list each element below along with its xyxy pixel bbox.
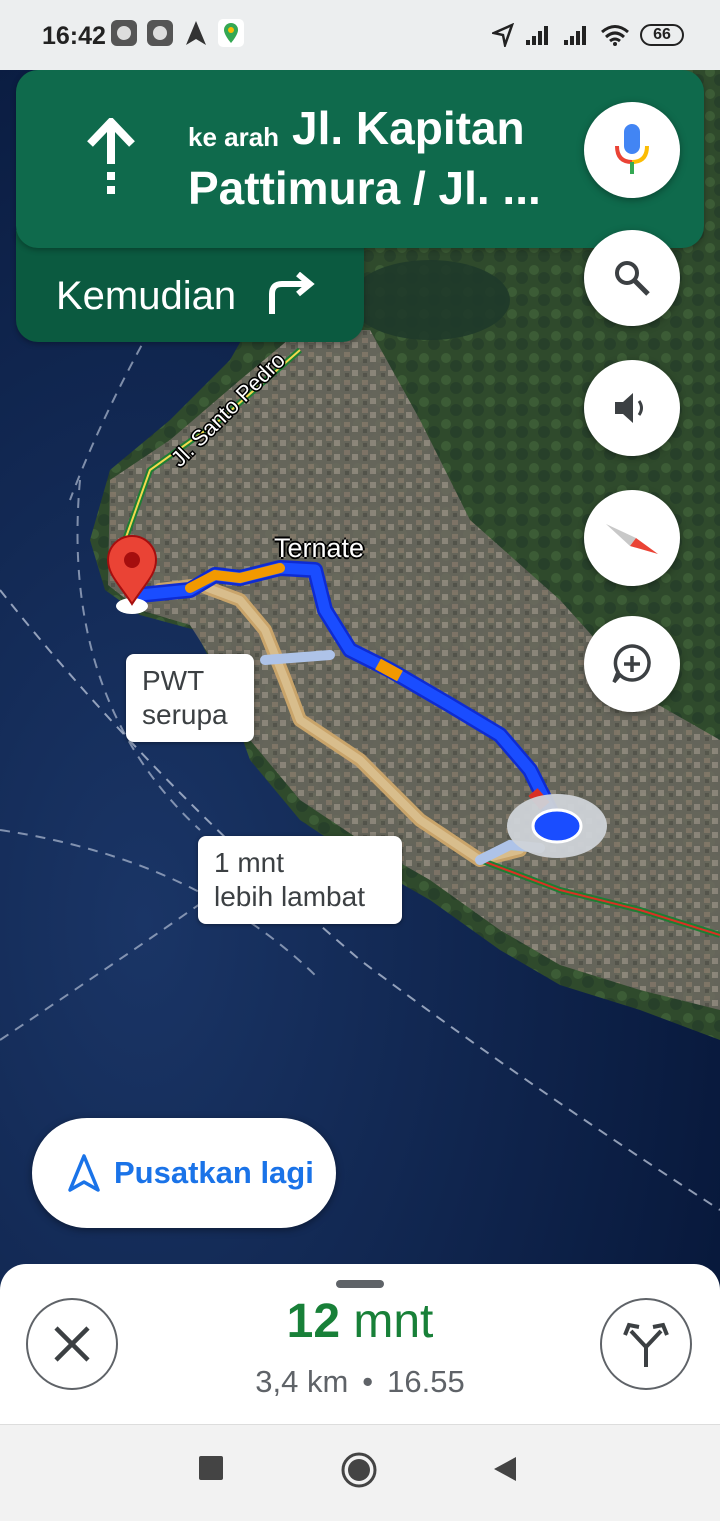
system-nav-bar — [0, 1424, 720, 1521]
street-name: Jl. Kapitan Pattimura / Jl. ... — [188, 102, 541, 214]
recenter-button[interactable]: Pusatkan lagi — [32, 1118, 336, 1228]
trip-sheet[interactable]: 12 mnt 3,4 km • 16.55 — [0, 1264, 720, 1424]
status-time: 16:42 — [42, 22, 106, 50]
lake — [350, 260, 510, 340]
alt-route-callout[interactable]: PWT serupa — [126, 654, 254, 742]
turn-right-icon — [269, 272, 315, 314]
recenter-label: Pusatkan lagi — [114, 1155, 314, 1190]
city-label: Ternate — [274, 533, 365, 563]
sound-button[interactable] — [584, 360, 680, 456]
callout-line: serupa — [142, 699, 228, 730]
navigation-arrow-icon — [68, 1154, 100, 1192]
alternate-route-link — [260, 650, 335, 665]
banner-street: Jl. Kapitan Pattimura / Jl. ... — [188, 98, 588, 218]
trip-distance: 3,4 km — [255, 1364, 349, 1399]
eta-value: 12 — [286, 1295, 341, 1348]
back-icon[interactable] — [492, 1455, 518, 1483]
eta-unit: mnt — [353, 1295, 434, 1348]
compass-icon — [606, 524, 658, 554]
battery-icon: 66 — [640, 24, 684, 46]
add-report-button[interactable] — [584, 616, 680, 712]
add-report-icon — [612, 644, 651, 684]
route-split-icon — [623, 1322, 669, 1367]
microphone-icon — [615, 124, 649, 174]
recents-icon[interactable] — [198, 1455, 224, 1481]
callout-line: 1 mnt — [214, 847, 285, 878]
straight-arrow-icon — [87, 118, 135, 194]
maps-icon — [218, 19, 244, 47]
current-location-icon[interactable] — [507, 794, 607, 858]
search-button[interactable] — [584, 230, 680, 326]
callout-line: lebih lambat — [214, 881, 365, 912]
notification-icon — [111, 20, 137, 46]
next-step-label: Kemudian — [56, 274, 237, 318]
wifi-icon — [601, 25, 629, 46]
voice-search-button[interactable] — [584, 102, 680, 198]
compass-button[interactable] — [584, 490, 680, 586]
callout-line: PWT — [142, 665, 205, 696]
status-bar: 16:42 66 — [0, 0, 720, 70]
signal-icon — [564, 26, 586, 45]
navigation-arrow-icon — [186, 21, 206, 45]
signal-icon — [526, 26, 548, 45]
volume-icon — [615, 393, 643, 423]
notification-icon — [147, 20, 173, 46]
location-icon — [492, 23, 514, 47]
arrival-time: 16.55 — [387, 1364, 465, 1399]
separator: • — [362, 1364, 374, 1399]
status-icons: 66 — [492, 20, 684, 50]
alt-route-callout[interactable]: 1 mnt lebih lambat — [198, 836, 402, 924]
home-icon[interactable] — [340, 1451, 378, 1489]
alternate-routes-button[interactable] — [600, 1298, 692, 1390]
sheet-handle[interactable] — [336, 1280, 384, 1288]
search-icon — [615, 261, 650, 296]
